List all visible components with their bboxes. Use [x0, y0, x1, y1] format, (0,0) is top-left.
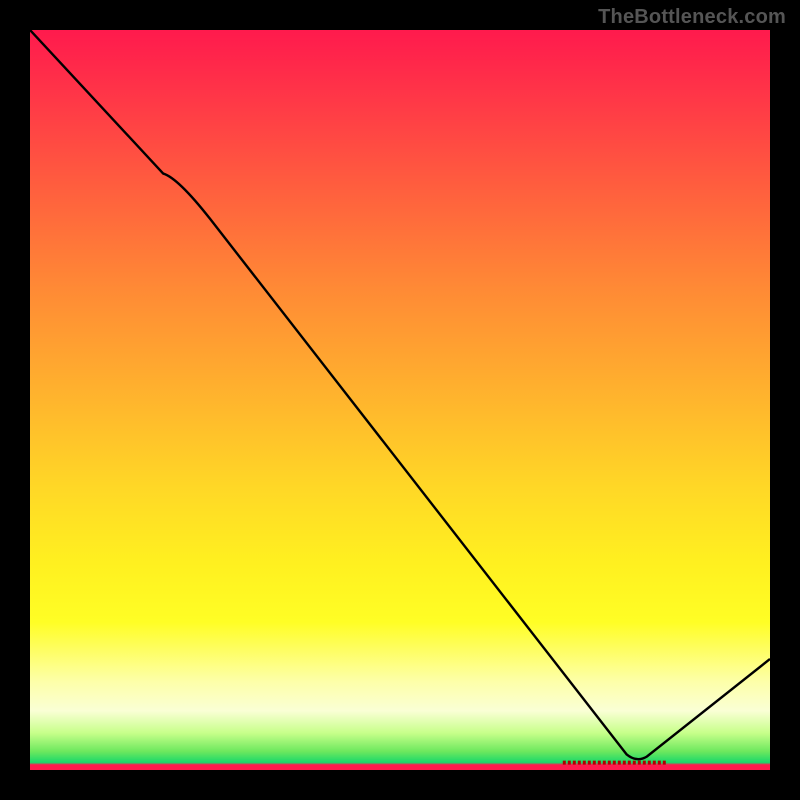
bottleneck-curve	[30, 30, 770, 759]
chart-frame: TheBottleneck.com	[0, 0, 800, 800]
plot-area	[30, 30, 770, 770]
curve-overlay	[30, 30, 770, 770]
watermark-text: TheBottleneck.com	[598, 6, 786, 29]
